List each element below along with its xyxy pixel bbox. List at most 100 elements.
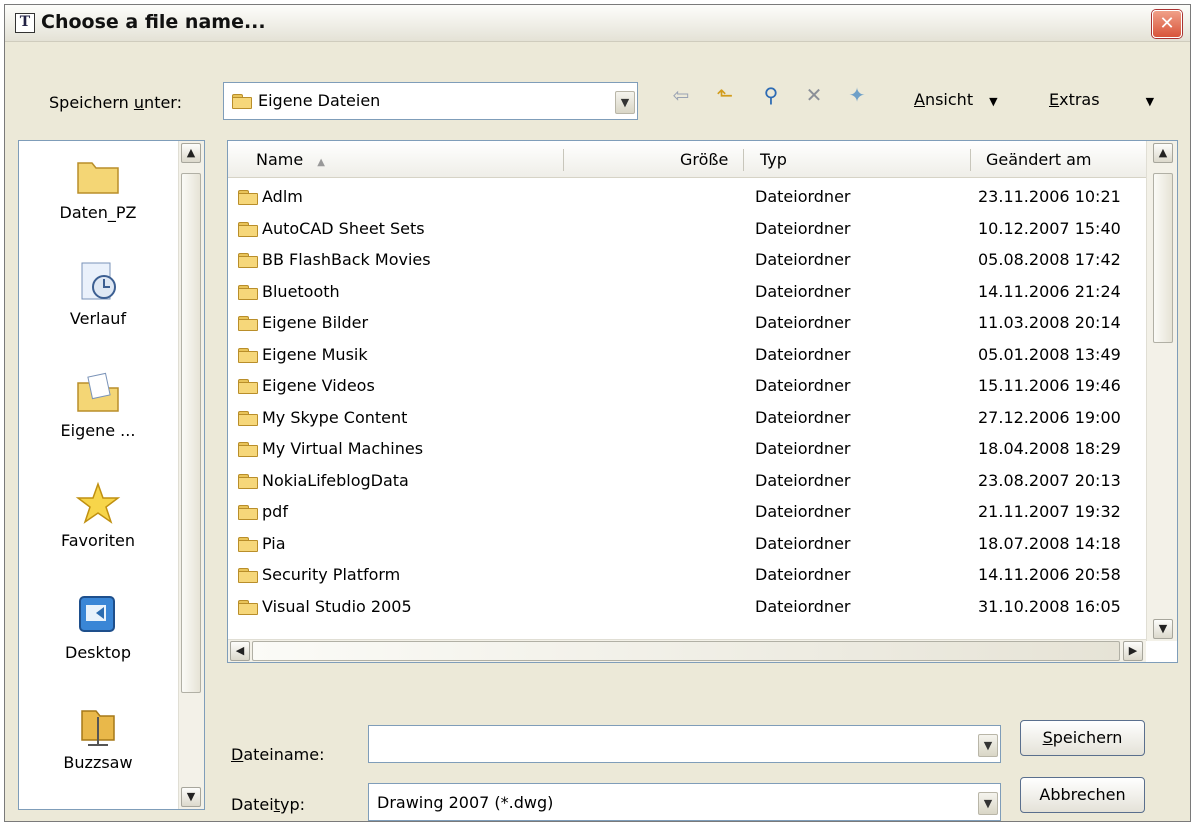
sort-ascending-icon: ▲ bbox=[317, 157, 325, 168]
file-row[interactable]: Eigene Videos Dateiordner 15.11.2006 19:46 bbox=[228, 370, 1146, 401]
file-type: Dateiordner bbox=[755, 344, 851, 364]
file-row[interactable]: My Skype Content Dateiordner 27.12.2006 19… bbox=[228, 402, 1146, 433]
chevron-down-icon[interactable]: ▼ bbox=[978, 792, 998, 815]
file-type: Dateiordner bbox=[755, 502, 851, 521]
new-folder-icon[interactable]: ✦ bbox=[845, 83, 869, 107]
folder-icon bbox=[238, 473, 258, 489]
dialog-title: Choose a file name... bbox=[41, 11, 266, 33]
chevron-down-icon[interactable]: ▼ bbox=[978, 734, 998, 757]
file-name: Security Platform bbox=[262, 565, 401, 584]
search-web-icon[interactable]: ⚲ bbox=[759, 83, 783, 107]
filetype-dropdown[interactable]: Drawing 2007 (*.dwg) ▼ bbox=[368, 783, 1001, 821]
file-row[interactable]: NokiaLifeblogData Dateiordner 23.08.2007 2… bbox=[228, 465, 1146, 496]
extras-menu[interactable]: Extras ▼ bbox=[1049, 90, 1154, 109]
column-name[interactable]: Name ▲ bbox=[256, 141, 325, 177]
place-daten-pz[interactable]: Daten_PZ bbox=[19, 153, 177, 222]
file-type: Dateiordner bbox=[755, 218, 851, 238]
back-icon[interactable]: ⇦ bbox=[669, 83, 693, 107]
place-desktop[interactable]: Desktop bbox=[19, 593, 177, 662]
file-modified: 31.10.2008 16:05 bbox=[978, 596, 1121, 616]
title-bar[interactable]: T Choose a file name... ✕ bbox=[5, 5, 1190, 42]
close-button[interactable]: ✕ bbox=[1152, 10, 1182, 38]
horizontal-scrollbar[interactable]: ◀ ▶ bbox=[228, 639, 1146, 662]
file-row[interactable]: Pia Dateiordner 18.07.2008 14:18 bbox=[228, 528, 1146, 559]
file-row[interactable]: AutoCAD Sheet Sets Dateiordner 10.12.2007 … bbox=[228, 213, 1146, 244]
save-button[interactable]: Speichern bbox=[1020, 720, 1145, 756]
cancel-button[interactable]: Abbrechen bbox=[1020, 777, 1145, 813]
file-modified: 23.11.2006 10:21 bbox=[978, 187, 1121, 206]
folder-icon bbox=[238, 442, 258, 457]
scroll-left-icon[interactable]: ◀ bbox=[230, 641, 250, 661]
scroll-down-icon[interactable]: ▼ bbox=[1153, 619, 1173, 639]
column-size[interactable]: Größe bbox=[680, 141, 728, 177]
file-list-scrollbar[interactable]: ▲ ▼ bbox=[1146, 141, 1177, 641]
file-list-scroll-thumb[interactable] bbox=[1153, 173, 1173, 343]
save-in-dropdown[interactable]: Eigene Dateien ▼ bbox=[223, 82, 638, 120]
column-modified[interactable]: Geändert am bbox=[986, 141, 1092, 177]
chevron-down-icon[interactable]: ▼ bbox=[615, 91, 635, 114]
file-modified: 18.07.2008 14:18 bbox=[978, 533, 1121, 553]
delete-icon[interactable]: ✕ bbox=[802, 83, 826, 107]
places-scroll-thumb[interactable] bbox=[181, 173, 201, 693]
file-name: Eigene Musik bbox=[262, 344, 368, 364]
file-row[interactable]: Security Platform Dateiordner 14.11.2006 2… bbox=[228, 559, 1146, 590]
scroll-up-icon[interactable]: ▲ bbox=[181, 143, 201, 163]
file-modified: 10.12.2007 15:40 bbox=[978, 218, 1121, 238]
file-row[interactable]: Adlm Dateiordner 23.11.2006 10:21 bbox=[228, 181, 1146, 212]
file-name: Visual Studio 2005 bbox=[262, 596, 412, 616]
file-row[interactable]: BB FlashBack Movies Dateiordner 05.08.2008… bbox=[228, 244, 1146, 275]
places-scrollbar[interactable]: ▲ ▼ bbox=[178, 141, 204, 809]
file-type: Dateiordner bbox=[755, 250, 851, 269]
place-favoriten[interactable]: Favoriten bbox=[19, 481, 177, 550]
file-row[interactable]: pdf Dateiordner 21.11.2007 19:32 bbox=[228, 496, 1146, 527]
filename-label: Dateiname: bbox=[231, 745, 325, 764]
scroll-up-icon[interactable]: ▲ bbox=[1153, 143, 1173, 163]
filetype-label: Dateityp: bbox=[231, 795, 305, 814]
file-name: Eigene Videos bbox=[262, 376, 375, 395]
folder-icon bbox=[238, 284, 258, 300]
save-in-label: Speichern unter: bbox=[49, 93, 182, 112]
place-eigene-dateien[interactable]: Eigene ... bbox=[19, 371, 177, 440]
location-value: Eigene Dateien bbox=[258, 91, 381, 110]
file-type: Dateiordner bbox=[755, 439, 851, 458]
place-verlauf[interactable]: Verlauf bbox=[19, 259, 177, 328]
file-modified: 18.04.2008 18:29 bbox=[978, 439, 1121, 458]
desktop-icon bbox=[79, 596, 115, 632]
scroll-down-icon[interactable]: ▼ bbox=[181, 787, 201, 807]
up-folder-icon[interactable]: ⬑ bbox=[713, 83, 737, 107]
history-icon bbox=[81, 262, 116, 300]
file-type: Dateiordner bbox=[755, 533, 851, 553]
file-type: Dateiordner bbox=[755, 376, 851, 395]
file-row[interactable]: Eigene Musik Dateiordner 05.01.2008 13:49 bbox=[228, 339, 1146, 370]
file-row[interactable]: Bluetooth Dateiordner 14.11.2006 21:24 bbox=[228, 276, 1146, 307]
file-modified: 21.11.2007 19:32 bbox=[978, 502, 1121, 521]
folder-icon bbox=[232, 94, 252, 109]
pictures-folder-icon bbox=[238, 316, 258, 331]
file-name: Bluetooth bbox=[262, 281, 340, 301]
videos-folder-icon bbox=[238, 379, 258, 394]
file-name: My Skype Content bbox=[262, 407, 408, 427]
folder-icon bbox=[238, 253, 258, 268]
folder-icon bbox=[238, 536, 258, 552]
file-row[interactable]: Visual Studio 2005 Dateiordner 31.10.2008 … bbox=[228, 591, 1146, 622]
close-icon: ✕ bbox=[1159, 13, 1175, 34]
file-type: Dateiordner bbox=[755, 470, 851, 490]
folder-icon bbox=[238, 568, 258, 583]
column-type[interactable]: Typ bbox=[760, 141, 787, 177]
scroll-right-icon[interactable]: ▶ bbox=[1123, 641, 1143, 661]
star-icon bbox=[75, 481, 121, 524]
folder-icon bbox=[238, 221, 258, 237]
filename-input[interactable]: ▼ bbox=[368, 725, 1001, 763]
file-modified: 05.08.2008 17:42 bbox=[978, 250, 1121, 269]
file-modified: 14.11.2006 21:24 bbox=[978, 281, 1121, 301]
place-buzzsaw[interactable]: Buzzsaw bbox=[19, 703, 177, 772]
file-list: Name ▲ Größe Typ Geändert am Adlm Dateiord… bbox=[227, 140, 1178, 663]
file-type: Dateiordner bbox=[755, 596, 851, 616]
extras-dropdown-icon: ▼ bbox=[1145, 95, 1155, 108]
folder-icon bbox=[238, 505, 258, 520]
file-row[interactable]: Eigene Bilder Dateiordner 11.03.2008 20:14 bbox=[228, 307, 1146, 338]
view-menu[interactable]: Ansicht ▼ bbox=[914, 90, 998, 109]
horizontal-scroll-thumb[interactable] bbox=[252, 641, 1120, 661]
file-modified: 15.11.2006 19:46 bbox=[978, 376, 1121, 395]
file-row[interactable]: My Virtual Machines Dateiordner 18.04.2008… bbox=[228, 433, 1146, 464]
